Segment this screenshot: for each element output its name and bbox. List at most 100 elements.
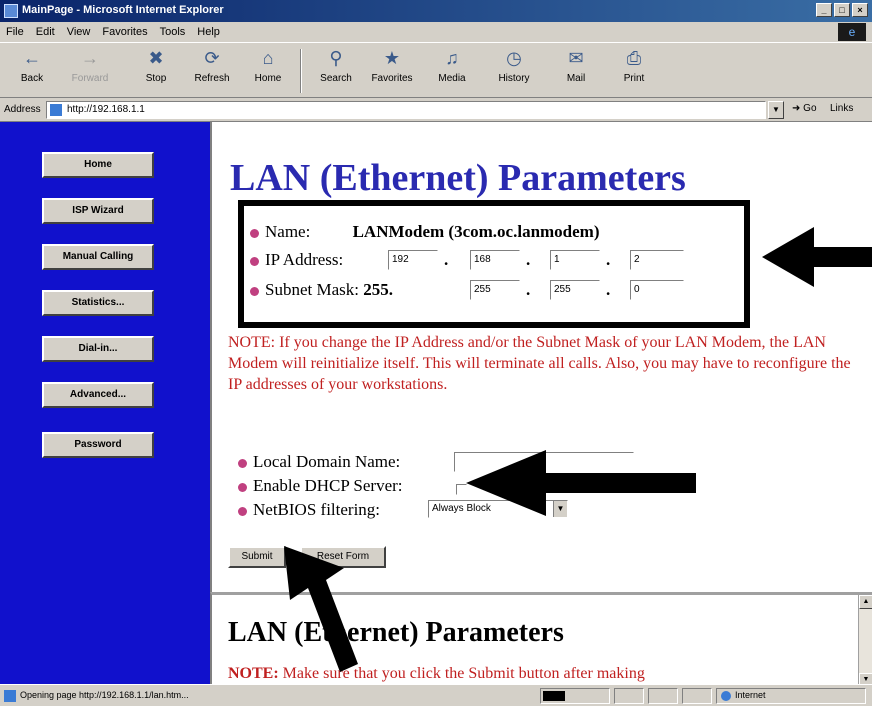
search-button[interactable]: ⚲ Search: [310, 47, 362, 95]
home-icon: ⌂: [262, 48, 274, 68]
annotation-arrow-dhcp: [466, 450, 696, 516]
status-text: Opening page http://192.168.1.1/lan.htm.…: [20, 690, 189, 700]
close-button[interactable]: ×: [852, 3, 868, 17]
globe-icon: [721, 691, 731, 701]
submit-button[interactable]: Submit: [228, 546, 286, 568]
subnet-mask-label: Subnet Mask:: [265, 280, 359, 299]
bullet-icon: [250, 228, 259, 238]
menu-view[interactable]: View: [67, 26, 91, 38]
favorites-button[interactable]: ★ Favorites: [366, 47, 418, 95]
media-button[interactable]: ♫ Media: [426, 47, 478, 95]
bullet-icon: [238, 506, 247, 516]
go-button[interactable]: ➜ Go: [792, 103, 817, 114]
ip-address-label: IP Address:: [265, 250, 344, 269]
forward-button[interactable]: → Forward: [64, 47, 116, 95]
netbios-label: NetBIOS filtering:: [253, 500, 381, 519]
home-label: Home: [254, 73, 282, 84]
sidebar-nav: Home ISP Wizard Manual Calling Statistic…: [0, 122, 210, 684]
title-bar: MainPage - Microsoft Internet Explorer _…: [0, 0, 872, 22]
ip-octet-4-input[interactable]: 2: [630, 250, 684, 270]
help-scrollbar[interactable]: ▲ ▼: [858, 595, 872, 684]
page-icon: [50, 104, 62, 116]
ip-dot: .: [444, 250, 449, 269]
ip-octet-1-input[interactable]: 192: [388, 250, 438, 270]
ip-octet-3-input[interactable]: 1: [550, 250, 600, 270]
scroll-down-arrow-icon[interactable]: ▼: [859, 673, 872, 684]
favorites-label: Favorites: [371, 73, 413, 84]
menu-file[interactable]: File: [6, 26, 24, 38]
sidebar-password-button[interactable]: Password: [42, 432, 154, 458]
print-label: Print: [623, 73, 645, 84]
forward-arrow-icon: →: [81, 48, 99, 68]
ip-octet-2-input[interactable]: 168: [470, 250, 520, 270]
menu-bar: File Edit View Favorites Tools Help e: [0, 22, 872, 42]
print-button[interactable]: ⎙ Print: [608, 47, 660, 95]
sidebar-home-button[interactable]: Home: [42, 152, 154, 178]
menu-tools[interactable]: Tools: [160, 26, 186, 38]
address-bar: Address http://192.168.1.1 ▼ ➜ Go Links: [0, 98, 872, 122]
name-row: Name: LANModem (3com.oc.lanmodem): [250, 222, 600, 242]
stop-button[interactable]: ✖ Stop: [130, 47, 182, 95]
links-button[interactable]: Links: [830, 103, 853, 114]
address-dropdown-button[interactable]: ▼: [768, 101, 784, 119]
toolbar: ← Back → Forward ✖ Stop ⟳ Refresh ⌂ Home…: [0, 42, 872, 98]
favorites-icon: ★: [383, 48, 401, 68]
bullet-icon: [250, 286, 259, 296]
back-button[interactable]: ← Back: [6, 47, 58, 95]
ip-dot: .: [526, 250, 531, 269]
security-zone-pane: Internet: [716, 688, 866, 704]
sidebar-advanced-button[interactable]: Advanced...: [42, 382, 154, 408]
go-label: Go: [803, 103, 817, 114]
progress-bar: [543, 691, 566, 701]
mask-octet-2-input[interactable]: 255: [470, 280, 520, 300]
help-note-prefix: NOTE:: [228, 665, 279, 682]
maximize-button[interactable]: □: [834, 3, 850, 17]
back-label: Back: [20, 73, 44, 84]
sidebar-manual-calling-button[interactable]: Manual Calling: [42, 244, 154, 270]
mail-button[interactable]: ✉ Mail: [550, 47, 602, 95]
name-value: LANModem (3com.oc.lanmodem): [352, 222, 600, 241]
print-icon: ⎙: [626, 48, 642, 68]
ie-throbber-icon: e: [838, 23, 866, 41]
mask-octet-3-input[interactable]: 255: [550, 280, 600, 300]
sidebar-isp-wizard-button[interactable]: ISP Wizard: [42, 198, 154, 224]
toolbar-separator: [300, 49, 302, 93]
parameters-highlight-box: Name: LANModem (3com.oc.lanmodem) IP Add…: [238, 200, 750, 328]
search-icon: ⚲: [329, 48, 343, 68]
refresh-label: Refresh: [194, 73, 230, 84]
sidebar-dial-in-button[interactable]: Dial-in...: [42, 336, 154, 362]
annotation-arrow-submit: [284, 546, 358, 672]
ip-address-row: IP Address:: [250, 250, 343, 270]
subnet-mask-row: Subnet Mask: 255.: [250, 280, 393, 300]
address-input[interactable]: http://192.168.1.1: [46, 101, 766, 119]
menu-edit[interactable]: Edit: [36, 26, 55, 38]
bullet-icon: [250, 256, 259, 266]
back-arrow-icon: ←: [23, 48, 41, 68]
menu-help[interactable]: Help: [197, 26, 220, 38]
page-loading-icon: [4, 690, 16, 702]
history-label: History: [498, 73, 530, 84]
local-domain-label: Local Domain Name:: [253, 452, 401, 471]
address-label: Address: [4, 104, 41, 115]
mask-octet-4-input[interactable]: 0: [630, 280, 684, 300]
window-title: MainPage - Microsoft Internet Explorer: [22, 4, 224, 16]
sidebar-statistics-button[interactable]: Statistics...: [42, 290, 154, 316]
subnet-mask-first-octet: 255.: [363, 280, 393, 299]
refresh-button[interactable]: ⟳ Refresh: [186, 47, 238, 95]
media-icon: ♫: [445, 48, 459, 68]
forward-label: Forward: [71, 73, 109, 84]
home-button[interactable]: ⌂ Home: [242, 47, 294, 95]
stop-icon: ✖: [148, 48, 164, 68]
status-pane: [614, 688, 644, 704]
scroll-up-arrow-icon[interactable]: ▲: [859, 595, 872, 609]
media-label: Media: [438, 73, 466, 84]
menu-favorites[interactable]: Favorites: [102, 26, 147, 38]
history-button[interactable]: ◷ History: [488, 47, 540, 95]
status-pane: [682, 688, 712, 704]
stop-label: Stop: [145, 73, 167, 84]
bullet-icon: [238, 482, 247, 492]
mail-icon: ✉: [568, 48, 584, 68]
dhcp-label: Enable DHCP Server:: [253, 476, 403, 495]
minimize-button[interactable]: _: [816, 3, 832, 17]
main-frame: LAN (Ethernet) Parameters Name: LANModem…: [210, 122, 872, 592]
